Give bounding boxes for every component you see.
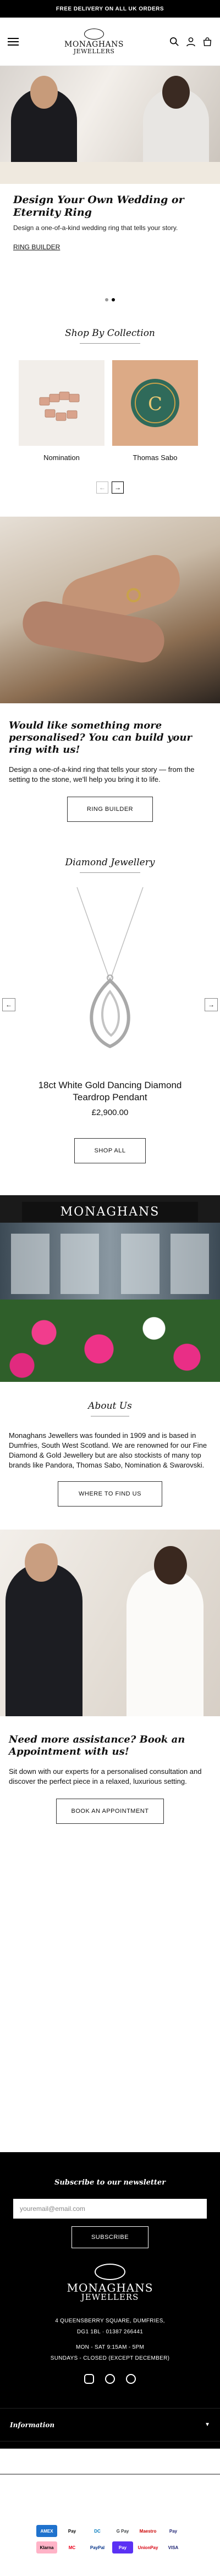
logo-line1: MONAGHANS <box>64 40 124 49</box>
social-links <box>0 2374 220 2384</box>
appointment-image <box>0 1530 220 1716</box>
address-line: DG1 1BL · 01387 266441 <box>76 2329 144 2335</box>
footer-logo-line2: JEWELLERS <box>81 2292 139 2302</box>
search-icon[interactable] <box>169 37 179 47</box>
personalised-text: Design a one-of-a-kind ring that tells y… <box>9 765 195 783</box>
cart-icon[interactable] <box>202 37 212 47</box>
accordion-information[interactable]: Information ▼ <box>0 2409 220 2441</box>
accordion-label: Information <box>10 2421 55 2429</box>
site-header: MONAGHANS JEWELLERS <box>0 18 220 66</box>
menu-icon[interactable] <box>8 37 19 46</box>
appointment-text: Sit down with our experts for a personal… <box>9 1767 202 1785</box>
svg-text:C: C <box>148 393 162 415</box>
newsletter-title: Subscribe to our newsletter <box>54 2179 166 2187</box>
country-value: United Kingdom | GBP £ <box>69 2494 141 2502</box>
slider-dot[interactable] <box>105 298 108 301</box>
pinterest-icon[interactable] <box>126 2374 136 2384</box>
collection-card-thomas-sabo[interactable]: C Thomas Sabo <box>112 360 198 462</box>
accordion-shop[interactable]: Shop ▼ <box>0 2441 220 2474</box>
collection-image: C <box>112 360 198 446</box>
payment-method-icon: G Pay <box>112 2525 133 2537</box>
facebook-icon[interactable] <box>105 2374 115 2384</box>
logo-ring-icon <box>84 29 104 40</box>
payment-method-icon: Pay <box>163 2525 184 2537</box>
payment-method-icon: Maestro <box>138 2525 158 2537</box>
where-to-find-us-button[interactable]: WHERE TO FIND US <box>58 1481 162 1507</box>
personalised-title: Would like something more personalised? … <box>9 720 192 755</box>
slider-dots <box>0 298 220 301</box>
collections-title: Shop By Collection <box>65 328 155 339</box>
ring-builder-link[interactable]: RING BUILDER <box>13 243 60 251</box>
pendant-image <box>76 887 144 1049</box>
footer-logo[interactable]: MONAGHANS JEWELLERS <box>0 2264 220 2301</box>
title-divider <box>80 343 140 344</box>
logo-line2: JEWELLERS <box>73 48 115 55</box>
store-front-image: MONAGHANS <box>0 1195 220 1382</box>
next-arrow-icon[interactable]: → <box>205 998 218 1011</box>
chevron-down-icon: ▼ <box>145 2495 151 2501</box>
email-placeholder: youremail@email.com <box>20 2205 85 2213</box>
hours-line: MON - SAT 9:15AM - 5PM <box>75 2344 145 2350</box>
payment-method-icon: MC <box>62 2541 82 2553</box>
collections-section: Shop By Collection Nomination C Thomas S… <box>0 328 220 494</box>
promo-text: FREE DELIVERY ON ALL UK ORDERS <box>56 5 164 12</box>
footer-logo-line1: MONAGHANS <box>67 2281 153 2294</box>
chevron-down-icon: ▼ <box>205 2422 210 2428</box>
ring-crafting-image <box>0 517 220 703</box>
copyright: © 2025, Monaghans Jewellers - Design and… <box>29 2570 191 2576</box>
prev-arrow-icon[interactable]: ← <box>96 481 108 494</box>
payment-method-icon: DC <box>87 2525 108 2537</box>
payment-icons: AMEX Pay DC G Pay Maestro Pay Klarna MC PayPal Pa… <box>0 2525 220 2553</box>
payment-method-icon: VISA <box>163 2541 184 2553</box>
diamond-section: Diamond Jewellery ← → 18ct White Gold Da… <box>0 857 220 1163</box>
site-logo[interactable]: MONAGHANS JEWELLERS <box>64 29 124 54</box>
store-address: 4 QUEENSBERRY SQUARE, DUMFRIES, DG1 1BL … <box>0 2316 220 2364</box>
payment-method-icon: AMEX <box>36 2525 57 2537</box>
store-sign: MONAGHANS <box>22 1202 198 1222</box>
promo-bar: FREE DELIVERY ON ALL UK ORDERS <box>0 0 220 18</box>
shop-all-button[interactable]: SHOP ALL <box>74 1138 146 1163</box>
payment-method-icon: Pay <box>112 2541 133 2553</box>
logo-ring-icon <box>95 2264 125 2280</box>
address-line: 4 QUEENSBERRY SQUARE, DUMFRIES, <box>55 2318 165 2324</box>
about-text: Monaghans Jewellers was founded in 1909 … <box>9 1431 207 1469</box>
instagram-icon[interactable] <box>84 2374 94 2384</box>
payment-method-icon: UnionPay <box>138 2541 158 2553</box>
hero-slider: Design Your Own Wedding or Eternity Ring… <box>0 66 220 301</box>
about-section: About Us Monaghans Jewellers was founded… <box>0 1401 220 1507</box>
email-input[interactable]: youremail@email.com <box>13 2199 207 2219</box>
appointment-section: Need more assistance? Book an Appointmen… <box>0 1716 220 1824</box>
subscribe-button[interactable]: SUBSCRIBE <box>72 2226 148 2248</box>
book-appointment-button[interactable]: BOOK AN APPOINTMENT <box>56 1799 164 1824</box>
hero-text: Design a one-of-a-kind wedding ring that… <box>13 224 178 232</box>
collection-card-nomination[interactable]: Nomination <box>19 360 105 462</box>
payment-method-icon: Pay <box>62 2525 82 2537</box>
ring-builder-button[interactable]: RING BUILDER <box>67 797 153 822</box>
diamond-title: Diamond Jewellery <box>65 857 155 868</box>
personalised-section: Would like something more personalised? … <box>0 703 220 822</box>
slider-dot-active[interactable] <box>112 298 115 301</box>
chevron-down-icon: ▼ <box>205 2455 210 2461</box>
payment-method-icon: Klarna <box>36 2541 57 2553</box>
about-title: About Us <box>88 1401 132 1412</box>
accordion-label: Shop <box>10 2454 29 2462</box>
title-divider <box>80 872 140 873</box>
payment-method-icon: PayPal <box>87 2541 108 2553</box>
collection-label: Nomination <box>43 453 80 462</box>
appointment-title: Need more assistance? Book an Appointmen… <box>9 1734 185 1757</box>
account-icon[interactable] <box>186 37 196 47</box>
next-arrow-icon[interactable]: → <box>112 481 124 494</box>
collection-image <box>19 360 105 446</box>
hero-title: Design Your Own Wedding or Eternity Ring <box>13 194 184 219</box>
hours-line: SUNDAYS - CLOSED (EXCEPT DECEMBER) <box>50 2355 170 2361</box>
prev-arrow-icon[interactable]: ← <box>2 998 15 1011</box>
product-name[interactable]: 18ct White Gold Dancing Diamond Teardrop… <box>0 1079 220 1104</box>
product-price: £2,900.00 <box>91 1108 129 1117</box>
collection-label: Thomas Sabo <box>133 453 178 462</box>
country-selector[interactable]: United Kingdom | GBP £ ▼ <box>50 2488 170 2508</box>
site-footer: Subscribe to our newsletter youremail@em… <box>0 2152 220 2576</box>
hero-image <box>0 66 220 184</box>
